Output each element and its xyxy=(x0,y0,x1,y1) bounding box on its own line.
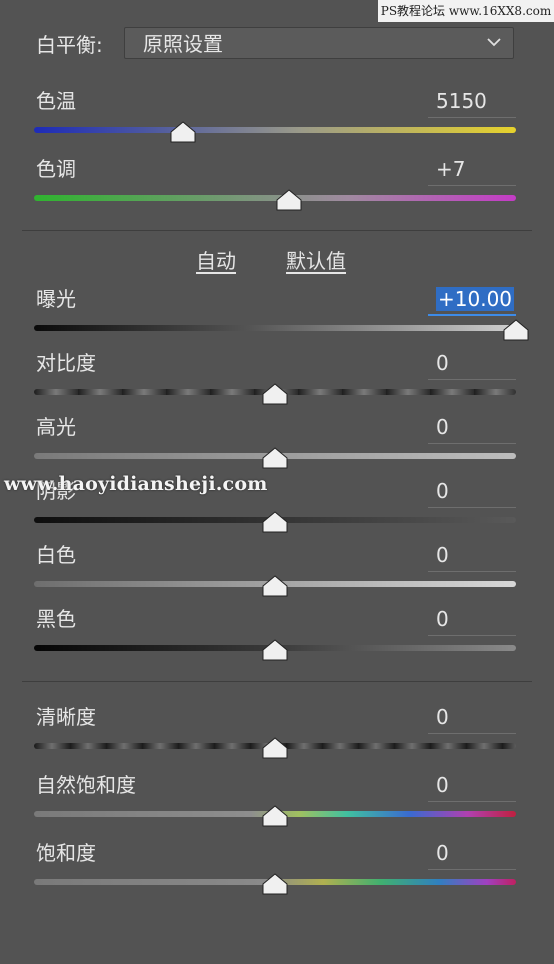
exposure-slider-track[interactable] xyxy=(34,325,516,331)
contrast-label: 对比度 xyxy=(36,351,96,375)
saturation-label: 饱和度 xyxy=(36,841,96,865)
blacks-field[interactable]: 0 xyxy=(428,606,516,636)
section-divider xyxy=(22,230,532,231)
highlights-slider-thumb[interactable] xyxy=(262,447,288,469)
highlights-field[interactable]: 0 xyxy=(428,414,516,444)
contrast-slider-thumb[interactable] xyxy=(262,383,288,405)
saturation-field[interactable]: 0 xyxy=(428,840,516,870)
clarity-label: 清晰度 xyxy=(36,705,96,729)
auto-button[interactable]: 自动 xyxy=(196,248,236,274)
temperature-slider-track[interactable] xyxy=(34,127,516,133)
temperature-slider-thumb[interactable] xyxy=(170,121,196,143)
blacks-label: 黑色 xyxy=(36,607,76,631)
temperature-label: 色温 xyxy=(36,89,76,113)
white-balance-value: 原照设置 xyxy=(143,32,223,56)
default-button[interactable]: 默认值 xyxy=(286,248,346,274)
tint-slider-track[interactable] xyxy=(34,195,516,201)
clarity-slider-thumb[interactable] xyxy=(262,737,288,759)
whites-label: 白色 xyxy=(36,543,76,567)
exposure-label: 曝光 xyxy=(36,287,76,311)
exposure-field[interactable]: +10.00 xyxy=(428,286,516,316)
chevron-down-icon xyxy=(487,38,501,47)
blacks-slider-thumb[interactable] xyxy=(262,639,288,661)
saturation-slider-thumb[interactable] xyxy=(262,873,288,895)
vibrance-label: 自然饱和度 xyxy=(36,773,136,797)
shadows-slider-thumb[interactable] xyxy=(262,511,288,533)
whites-field[interactable]: 0 xyxy=(428,542,516,572)
section-divider-2 xyxy=(22,681,532,682)
contrast-field[interactable]: 0 xyxy=(428,350,516,380)
tint-slider-thumb[interactable] xyxy=(276,189,302,211)
vibrance-field[interactable]: 0 xyxy=(428,772,516,802)
shadows-field[interactable]: 0 xyxy=(428,478,516,508)
watermark-middle: www.haoyidiansheji.com xyxy=(4,473,268,495)
tint-field[interactable]: +7 xyxy=(428,156,516,186)
tint-label: 色调 xyxy=(36,157,76,181)
exposure-value: +10.00 xyxy=(436,287,515,311)
white-balance-label: 白平衡: xyxy=(36,33,103,57)
temperature-field[interactable]: 5150 xyxy=(428,88,516,118)
white-balance-select[interactable]: 原照设置 xyxy=(124,27,514,59)
clarity-field[interactable]: 0 xyxy=(428,704,516,734)
exposure-slider-thumb[interactable] xyxy=(503,319,529,341)
watermark-top: PS教程论坛 www.16XX8.com xyxy=(378,0,554,22)
vibrance-slider-thumb[interactable] xyxy=(262,805,288,827)
highlights-label: 高光 xyxy=(36,415,76,439)
whites-slider-thumb[interactable] xyxy=(262,575,288,597)
